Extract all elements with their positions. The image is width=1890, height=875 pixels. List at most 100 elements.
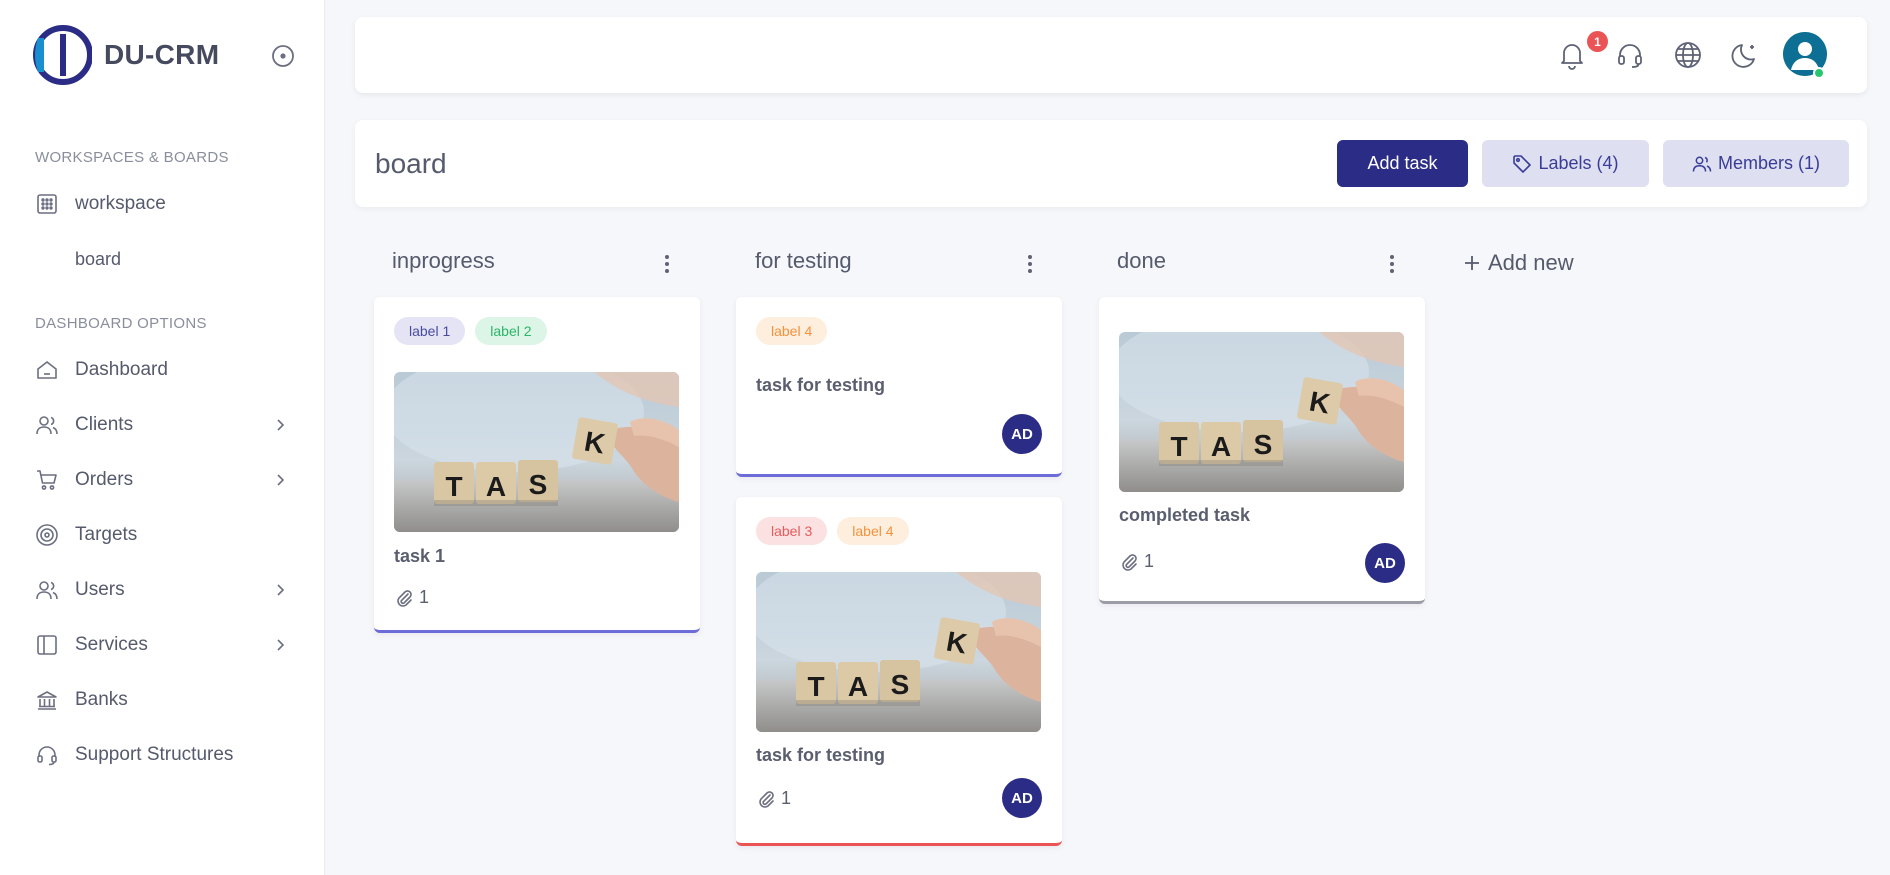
users-icon — [36, 581, 58, 600]
task-card[interactable]: T A S K completed task 1 AD — [1099, 297, 1425, 604]
sidebar-item-label: workspace — [75, 193, 166, 214]
card-labels: label 3 label 4 — [756, 517, 909, 545]
card-cover-image: T A S K — [394, 372, 679, 532]
board-header: board Add task Labels (4) Members (1) — [355, 120, 1867, 207]
card-cover-image: T A S K — [1119, 332, 1404, 492]
members-button-label: Members (1) — [1717, 153, 1820, 173]
home-icon — [37, 361, 57, 379]
page-title: board — [375, 148, 447, 179]
column-title-inprogress: inprogress — [392, 248, 495, 273]
column-title-for-testing: for testing — [755, 248, 852, 273]
sidebar-item-label: Users — [75, 579, 125, 600]
brand-logo-icon — [33, 25, 92, 85]
cart-icon — [37, 470, 57, 490]
tag-icon — [1513, 154, 1532, 173]
globe-icon[interactable] — [1672, 39, 1704, 71]
notification-badge: 1 — [1587, 31, 1608, 52]
member-avatar[interactable]: AD — [1002, 778, 1042, 818]
users-icon — [1692, 156, 1712, 172]
chevron-right-icon — [277, 584, 285, 596]
attachment-count: 1 — [1144, 551, 1155, 571]
target-icon — [36, 524, 58, 546]
sidebar-item-label: Dashboard — [75, 359, 168, 380]
grid-icon — [37, 194, 57, 214]
column-title-done: done — [1117, 248, 1166, 273]
card-title: task for testing — [756, 745, 886, 765]
sidebar-item-label: Support Structures — [75, 744, 234, 765]
headset-icon — [37, 746, 57, 766]
members-button[interactable]: Members (1) — [1663, 140, 1849, 187]
paperclip-icon — [397, 589, 412, 607]
paperclip-icon — [1122, 553, 1137, 571]
section-title-workspaces: WORKSPACES & BOARDS — [35, 149, 229, 166]
column-menu-icon[interactable] — [1384, 252, 1400, 276]
section-title-dashboard: DASHBOARD OPTIONS — [35, 315, 207, 332]
svg-text:A: A — [486, 471, 506, 502]
add-new-label: Add new — [1488, 250, 1574, 275]
label-chip: label 3 — [756, 517, 828, 545]
card-title: task for testing — [756, 375, 886, 395]
card-title: task 1 — [394, 546, 446, 566]
labels-button-label: Labels (4) — [1538, 153, 1619, 173]
sidebar-item-label: Services — [75, 634, 148, 655]
sidebar-item-label: Banks — [75, 689, 128, 710]
card-labels: label 1 label 2 — [394, 317, 547, 345]
users-icon — [36, 416, 58, 435]
svg-text:T: T — [1170, 431, 1187, 462]
card-attachments: 1 — [394, 587, 429, 608]
svg-text:A: A — [848, 671, 868, 702]
sidebar-item-orders[interactable]: Orders — [35, 462, 297, 498]
svg-text:S: S — [529, 469, 548, 500]
headset-icon[interactable] — [1614, 39, 1646, 71]
add-task-button[interactable]: Add task — [1337, 140, 1468, 187]
sidebar-item-users[interactable]: Users — [35, 572, 297, 608]
task-card[interactable]: label 4 task for testing AD — [736, 297, 1062, 477]
sidebar-item-dashboard[interactable]: Dashboard — [35, 352, 297, 388]
bank-icon — [37, 691, 57, 710]
label-chip: label 4 — [837, 517, 909, 545]
member-avatar[interactable]: AD — [1365, 543, 1405, 583]
sidebar: DU-CRM WORKSPACES & BOARDS workspace boa… — [0, 0, 325, 875]
svg-text:S: S — [1254, 429, 1273, 460]
svg-text:T: T — [807, 671, 824, 702]
task-card[interactable]: label 1 label 2 T A S K task 1 1 — [374, 297, 700, 633]
sidebar-item-label: Orders — [75, 469, 134, 490]
card-labels: label 4 — [756, 317, 828, 345]
moon-icon[interactable] — [1730, 39, 1762, 71]
column-menu-icon[interactable] — [659, 252, 675, 276]
chevron-right-icon — [277, 639, 285, 651]
card-title: completed task — [1119, 505, 1251, 525]
svg-text:S: S — [891, 669, 910, 700]
column-menu-icon[interactable] — [1022, 252, 1038, 276]
add-new-column-button[interactable]: Add new — [1462, 250, 1574, 276]
svg-text:A: A — [1211, 431, 1231, 462]
bell-icon[interactable] — [1556, 39, 1588, 71]
card-attachments: 1 — [1119, 551, 1154, 572]
chevron-right-icon — [277, 419, 285, 431]
layout-icon — [37, 635, 57, 655]
attachment-count: 1 — [781, 788, 792, 808]
sidebar-item-services[interactable]: Services — [35, 627, 297, 663]
paperclip-icon — [759, 790, 774, 808]
card-attachments: 1 — [756, 788, 791, 809]
sidebar-item-support-structures[interactable]: Support Structures — [35, 737, 297, 773]
brand[interactable]: DU-CRM — [30, 24, 219, 86]
sidebar-item-targets[interactable]: Targets — [35, 517, 297, 553]
labels-button[interactable]: Labels (4) — [1482, 140, 1649, 187]
card-cover-image: T A S K — [756, 572, 1041, 732]
chevron-right-icon — [277, 474, 285, 486]
sidebar-item-workspace[interactable]: workspace — [35, 186, 297, 222]
sidebar-collapse-icon[interactable] — [271, 44, 295, 68]
plus-icon — [1465, 256, 1479, 270]
member-avatar[interactable]: AD — [1002, 414, 1042, 454]
online-status-dot — [1813, 67, 1825, 79]
label-chip: label 4 — [756, 317, 828, 345]
sidebar-item-board[interactable]: board — [75, 249, 121, 270]
sidebar-item-label: Clients — [75, 414, 134, 435]
task-card[interactable]: label 3 label 4 T A S K task for testing… — [736, 497, 1062, 846]
label-chip: label 2 — [475, 317, 547, 345]
sidebar-item-label: Targets — [75, 524, 138, 545]
sidebar-item-banks[interactable]: Banks — [35, 682, 297, 718]
svg-text:T: T — [445, 471, 462, 502]
sidebar-item-clients[interactable]: Clients — [35, 407, 297, 443]
